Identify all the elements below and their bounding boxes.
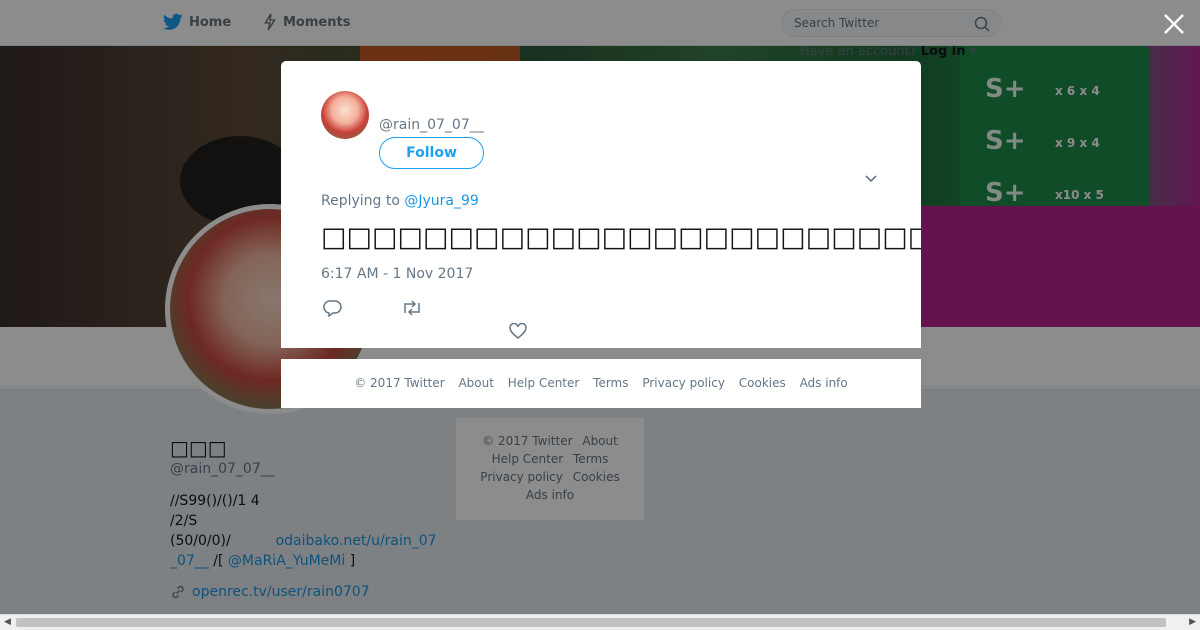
horizontal-scrollbar[interactable]: ◀ ▶ <box>0 614 1200 630</box>
tweet-text: □□□□□□□□□□□□□□□□□□□□□□□□□□□□□□□□□□□□□□□□… <box>321 222 921 253</box>
replying-to: Replying to @Jyura_99 <box>321 193 479 209</box>
tweet-permalink-modal: @rain_07_07__ Follow Replying to @Jyura_… <box>281 61 921 348</box>
tweet-timestamp[interactable]: 6:17 AM - 1 Nov 2017 <box>321 266 473 282</box>
footer-link-privacy[interactable]: Privacy policy <box>642 376 725 390</box>
footer-copyright: © 2017 Twitter <box>354 376 445 390</box>
tweet-author-handle[interactable]: @rain_07_07__ <box>379 117 484 133</box>
scroll-left-icon[interactable]: ◀ <box>4 617 11 627</box>
scroll-right-icon[interactable]: ▶ <box>1189 617 1196 627</box>
modal-footer: © 2017 Twitter About Help Center Terms P… <box>281 359 921 408</box>
replying-prefix: Replying to <box>321 193 400 209</box>
footer-link-about[interactable]: About <box>458 376 493 390</box>
chevron-down-icon[interactable] <box>863 171 879 187</box>
footer-link-cookies[interactable]: Cookies <box>739 376 786 390</box>
retweet-icon[interactable] <box>401 299 423 317</box>
tweet-author-avatar[interactable] <box>321 91 369 139</box>
follow-button[interactable]: Follow <box>379 137 484 169</box>
scrollbar-thumb[interactable] <box>16 618 1166 627</box>
footer-link-terms[interactable]: Terms <box>593 376 628 390</box>
replying-to-mention[interactable]: @Jyura_99 <box>404 193 478 209</box>
close-icon[interactable] <box>1162 12 1186 36</box>
footer-link-ads[interactable]: Ads info <box>800 376 848 390</box>
footer-link-help[interactable]: Help Center <box>508 376 580 390</box>
heart-icon[interactable] <box>509 323 527 339</box>
reply-icon[interactable] <box>323 299 343 317</box>
